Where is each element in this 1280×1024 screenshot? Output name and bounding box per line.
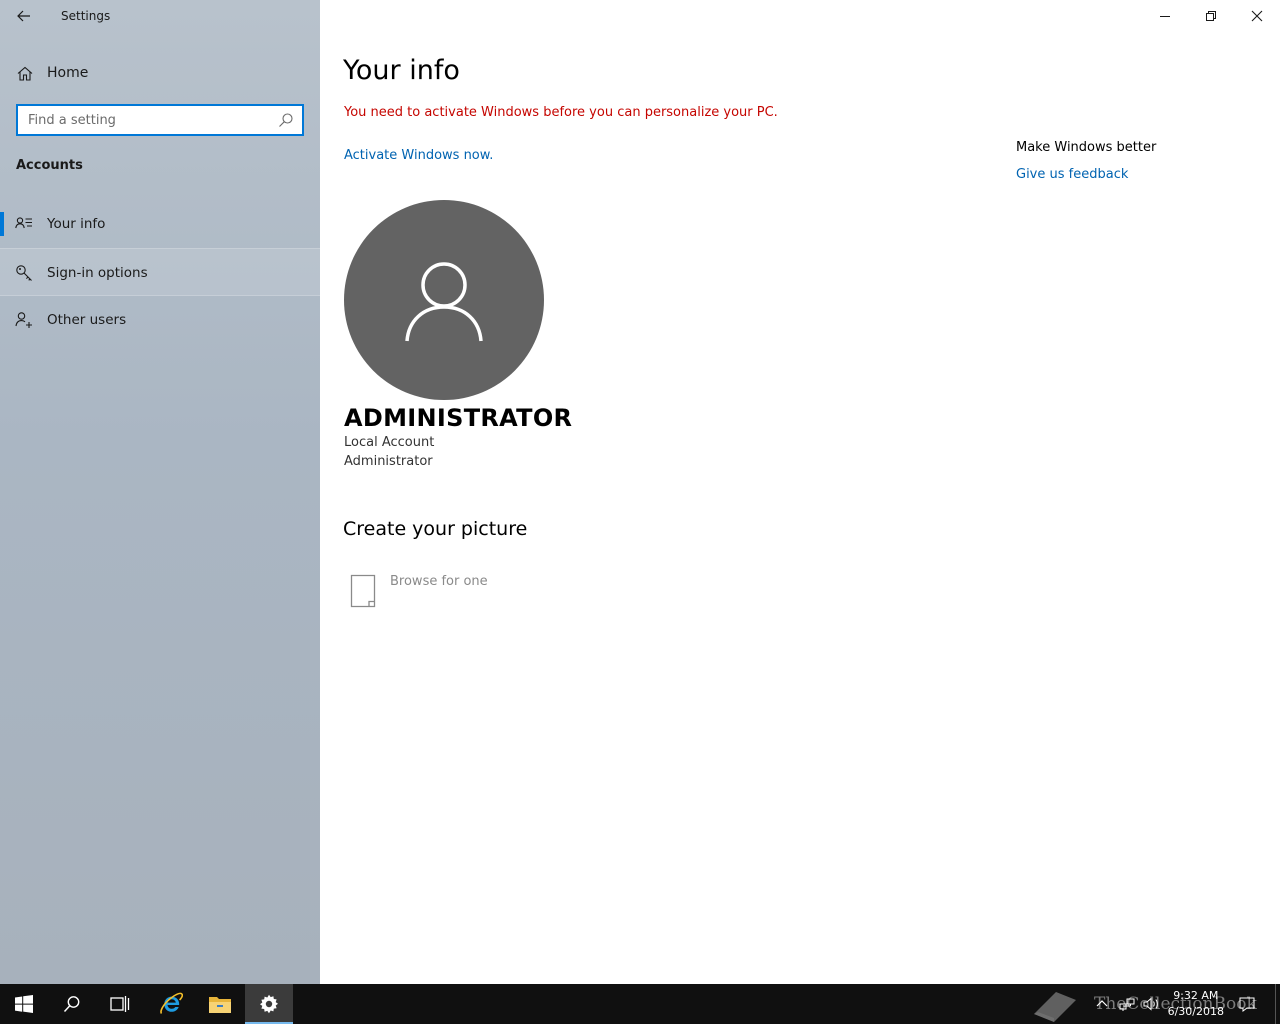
sidebar-item-label: Other users: [47, 312, 127, 328]
chevron-up-icon[interactable]: [1094, 996, 1110, 1012]
account-role: Administrator: [344, 454, 433, 469]
restore-icon: [1206, 11, 1216, 21]
clock-date: 6/30/2018: [1167, 1005, 1224, 1018]
related-heading: Make Windows better: [1016, 140, 1157, 155]
activation-warning: You need to activate Windows before you …: [344, 105, 778, 120]
contact-info-icon: [15, 217, 32, 229]
clock-time: 9:32 AM: [1173, 989, 1219, 1002]
key-icon: [16, 265, 32, 281]
windows-logo-icon: [15, 995, 33, 1013]
sidebar-item-sign-in-options[interactable]: Sign-in options: [0, 248, 320, 296]
sidebar-item-label: Home: [47, 65, 89, 81]
sidebar-item-your-info[interactable]: Your info: [0, 200, 320, 248]
volume-icon[interactable]: [1143, 996, 1159, 1012]
add-user-icon: [15, 312, 32, 328]
home-icon: [17, 66, 33, 81]
folder-icon: [209, 997, 231, 1013]
taskbar-clock[interactable]: 9:32 AM 6/30/2018: [1168, 988, 1224, 1020]
browse-picture-button[interactable]: Browse for one: [344, 570, 544, 614]
sidebar-item-other-users[interactable]: Other users: [0, 296, 320, 344]
account-type: Local Account: [344, 435, 435, 450]
app-title: Settings: [61, 9, 111, 23]
title-bar: Settings: [0, 0, 320, 32]
restore-button[interactable]: [1188, 0, 1234, 32]
internet-explorer-icon: [160, 992, 183, 1015]
search-box[interactable]: [16, 104, 304, 136]
sidebar-item-label: Your info: [47, 216, 106, 232]
action-center-icon[interactable]: [1239, 996, 1255, 1012]
create-picture-heading: Create your picture: [343, 518, 528, 540]
internet-explorer-button[interactable]: [147, 984, 195, 1024]
search-icon[interactable]: [278, 112, 294, 128]
activate-windows-link[interactable]: Activate Windows now.: [344, 148, 493, 163]
book-logo-icon: [1034, 992, 1076, 1022]
file-explorer-button[interactable]: [196, 984, 244, 1024]
avatar: [344, 200, 544, 400]
sidebar-item-label: Sign-in options: [47, 265, 148, 281]
section-title: Accounts: [16, 158, 83, 173]
minimize-button[interactable]: [1142, 0, 1188, 32]
browse-label: Browse for one: [390, 574, 488, 589]
minimize-icon: [1160, 16, 1170, 17]
page-title: Your info: [343, 55, 460, 86]
give-feedback-link[interactable]: Give us feedback: [1016, 167, 1128, 182]
user-silhouette-icon: [405, 262, 483, 342]
sidebar-item-home[interactable]: Home: [0, 56, 320, 90]
task-view-icon: [110, 996, 130, 1012]
user-name: ADMINISTRATOR: [344, 404, 573, 432]
back-arrow-icon: [17, 10, 30, 22]
network-icon[interactable]: [1119, 996, 1135, 1012]
search-input[interactable]: [18, 106, 268, 134]
taskbar-search-button[interactable]: [48, 984, 96, 1024]
search-icon: [63, 996, 80, 1013]
close-button[interactable]: [1234, 0, 1280, 32]
close-icon: [1251, 10, 1263, 22]
taskbar: TheCollectionBook 9:32 AM 6/30/2018: [0, 984, 1280, 1024]
file-browse-icon: [350, 574, 376, 608]
settings-taskbar-button[interactable]: [245, 984, 293, 1024]
start-button[interactable]: [0, 984, 48, 1024]
sidebar: Settings Home Accounts Your info Sign-in…: [0, 0, 320, 984]
task-view-button[interactable]: [96, 984, 144, 1024]
back-button[interactable]: [8, 2, 40, 30]
gear-icon: [260, 994, 278, 1014]
show-desktop-button[interactable]: [1275, 984, 1280, 1024]
